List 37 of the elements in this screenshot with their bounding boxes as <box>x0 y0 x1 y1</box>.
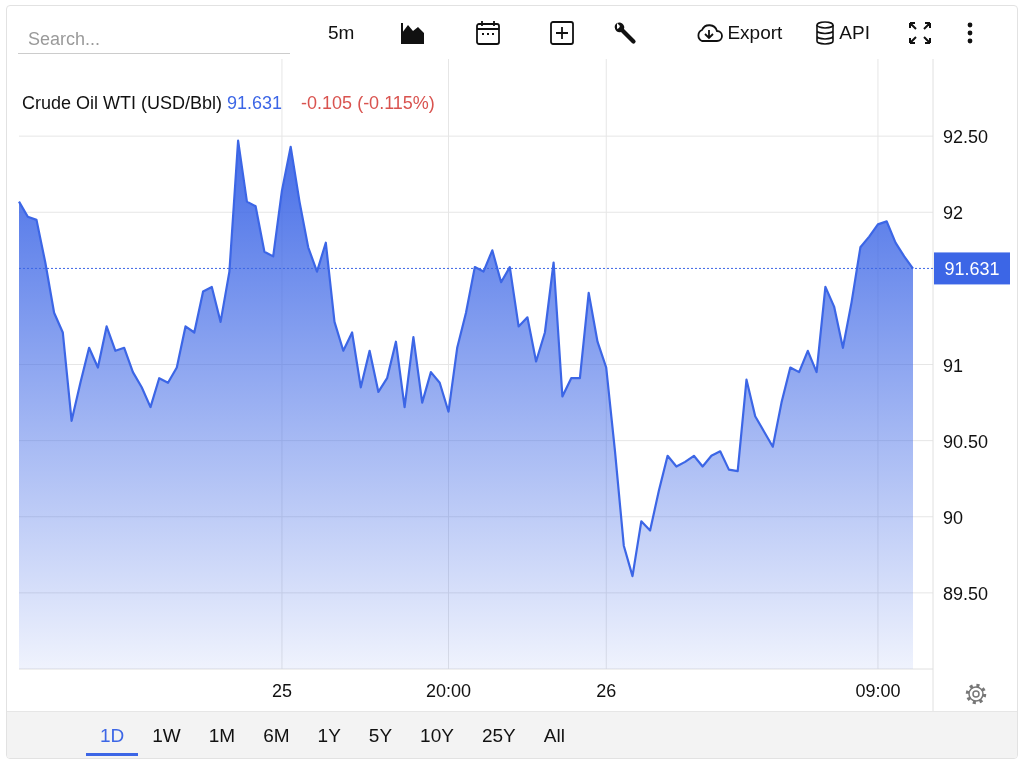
x-axis-label: 20:00 <box>425 681 471 701</box>
price-change: -0.105 (-0.115%) <box>301 93 435 114</box>
export-button[interactable]: Export <box>695 21 783 44</box>
cloud-download-icon <box>695 21 724 44</box>
api-button[interactable]: API <box>815 20 870 45</box>
y-axis-label: 91 <box>943 355 964 376</box>
range-tab[interactable]: 1W <box>138 717 195 756</box>
instrument-name: Crude Oil WTI (USD/Bbl) <box>22 93 223 114</box>
area-chart-icon[interactable] <box>400 20 427 45</box>
interval-button[interactable]: 5m <box>328 21 355 44</box>
ref-line-label: 91.631 <box>944 259 1000 280</box>
range-tab[interactable]: 5Y <box>354 717 407 756</box>
more-options-icon[interactable] <box>965 20 974 45</box>
range-tab[interactable]: 10Y <box>406 717 468 756</box>
price-tag: 91.631 <box>934 252 1010 285</box>
fullscreen-icon[interactable] <box>906 19 933 46</box>
range-tab[interactable]: 25Y <box>467 717 530 756</box>
x-axis-label: 09:00 <box>855 681 901 701</box>
last-price: 91.631 <box>227 93 283 114</box>
plus-icon[interactable] <box>549 19 576 46</box>
y-axis-label: 92.50 <box>943 127 989 148</box>
settings-icon[interactable] <box>965 683 987 705</box>
wrench-icon[interactable] <box>612 19 639 46</box>
database-icon <box>815 20 836 45</box>
range-tab[interactable]: 1M <box>194 717 250 756</box>
range-tab[interactable]: All <box>529 717 579 756</box>
x-axis-label: 25 <box>271 681 292 701</box>
search-field[interactable]: Search... <box>18 21 290 54</box>
calendar-icon[interactable] <box>475 19 502 46</box>
x-axis-label: 26 <box>596 681 617 701</box>
y-axis-label: 89.50 <box>943 583 989 604</box>
range-tab[interactable]: 1Y <box>303 717 355 756</box>
y-axis-label: 92 <box>943 203 964 224</box>
y-axis-label: 90.50 <box>943 431 989 452</box>
y-axis-label: 90 <box>943 507 964 528</box>
range-tab[interactable]: 6M <box>249 717 304 756</box>
range-tab[interactable]: 1D <box>86 717 139 756</box>
